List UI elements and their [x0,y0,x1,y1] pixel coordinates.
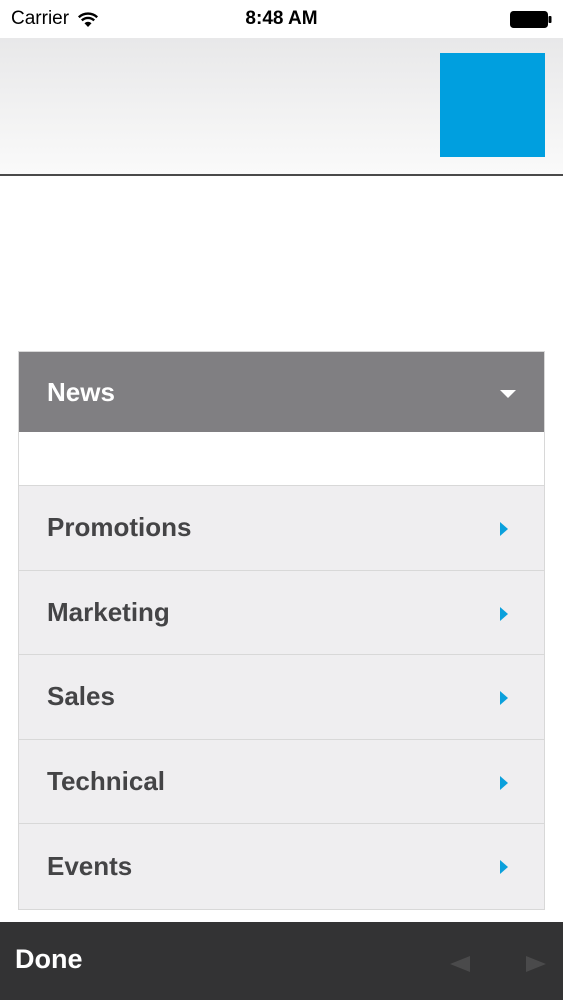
menu-item-events[interactable]: Events [19,824,544,909]
app-header [0,38,563,176]
menu-header-news[interactable]: News [19,352,544,432]
logo[interactable] [440,53,545,157]
menu-item-label: Promotions [47,512,192,543]
menu-spacer [19,432,544,486]
menu-header-label: News [47,376,115,407]
chevron-right-icon [500,522,508,536]
menu-item-label: Marketing [47,596,170,627]
menu-item-marketing[interactable]: Marketing [19,571,544,655]
news-menu: News Promotions Marketing Sales Technica… [18,351,545,910]
next-arrow-icon[interactable] [526,956,546,972]
battery-icon [510,11,552,28]
menu-item-label: Sales [47,681,115,712]
chevron-right-icon [500,691,508,705]
chevron-right-icon [500,860,508,874]
menu-item-label: Technical [47,765,166,796]
chevron-right-icon [500,606,508,621]
menu-item-technical[interactable]: Technical [19,740,544,824]
menu-item-sales[interactable]: Sales [19,655,544,740]
menu-item-promotions[interactable]: Promotions [19,486,544,571]
caret-down-icon [500,390,516,398]
menu-item-label: Events [47,850,133,881]
keyboard-toolbar: Done [0,922,563,1000]
previous-arrow-icon[interactable] [450,956,470,972]
done-button[interactable]: Done [15,944,83,975]
chevron-right-icon [500,775,508,790]
status-bar: Carrier 8:48 AM [0,0,563,38]
status-time: 8:48 AM [245,8,318,29]
